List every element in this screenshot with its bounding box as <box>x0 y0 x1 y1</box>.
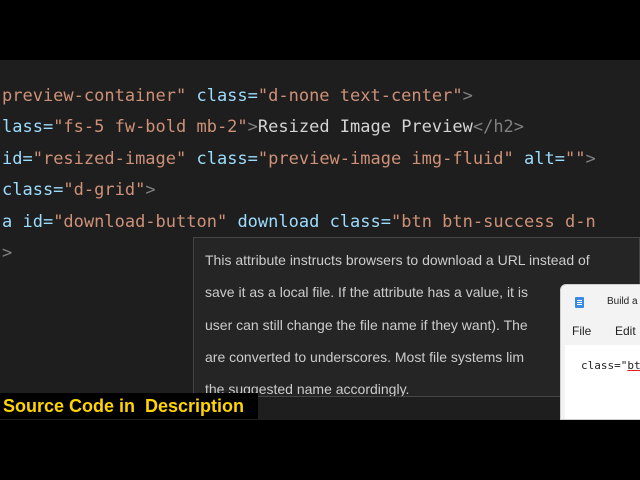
token: a id= <box>2 212 54 232</box>
notepad-title: Build a <box>607 296 638 307</box>
token: "download-button" <box>53 212 228 232</box>
notepad-code: class="bt <box>581 359 640 372</box>
token: "fs-5 fw-bold mb-2" <box>53 117 248 137</box>
token: id= <box>2 149 33 169</box>
token: "" <box>564 149 586 169</box>
token: > <box>462 86 473 106</box>
code-line-4: class="d-grid"> <box>2 180 156 200</box>
token: "btn btn-success d-n <box>390 212 596 232</box>
code-line-2: lass="fs-5 fw-bold mb-2">Resized Image P… <box>2 117 524 137</box>
tooltip-line-4: are converted to underscores. Most file … <box>205 349 525 365</box>
notepad-window[interactable]: Build a File Edit class="bt <box>560 284 640 420</box>
source-code-banner: Source Code in Description <box>0 393 258 419</box>
token: class= <box>186 149 258 169</box>
token: alt= <box>513 149 565 169</box>
token: > <box>585 149 596 169</box>
notepad-code-prefix: class=" <box>581 359 628 372</box>
token: "d-grid" <box>63 180 146 200</box>
token: preview-container" <box>2 86 187 106</box>
token: "preview-image img-fluid" <box>257 149 514 169</box>
token: "resized-image" <box>32 149 187 169</box>
hovered-attribute-download[interactable]: download <box>237 212 319 232</box>
notepad-text-area[interactable]: class="bt <box>565 345 640 419</box>
token: lass= <box>2 117 54 137</box>
letterbox-top <box>0 0 640 60</box>
token: Resized Image Preview <box>257 117 473 137</box>
notepad-icon <box>575 297 584 308</box>
tooltip-line-2: save it as a local file. If the attribut… <box>205 284 528 300</box>
token: > <box>145 180 156 200</box>
token: </h2> <box>472 117 525 137</box>
token: "d-none text-center" <box>257 86 463 106</box>
tooltip-line-3: user can still change the file name if t… <box>205 317 528 333</box>
code-line-5: a id="download-button" download class="b… <box>2 212 596 232</box>
token: class= <box>2 180 64 200</box>
token: > <box>247 117 258 137</box>
token: class= <box>319 212 391 232</box>
banner-text: Source Code in Description <box>3 396 245 416</box>
token: > <box>2 243 13 263</box>
notepad-code-misspelled: bt <box>627 359 640 372</box>
token: class= <box>186 86 258 106</box>
menu-edit[interactable]: Edit <box>615 324 636 338</box>
code-line-1: preview-container" class="d-none text-ce… <box>2 86 473 106</box>
tooltip-line-1: This attribute instructs browsers to dow… <box>205 252 590 268</box>
menu-file[interactable]: File <box>572 324 591 338</box>
code-line-6: > <box>2 243 12 263</box>
letterbox-bottom <box>0 420 640 480</box>
code-line-3: id="resized-image" class="preview-image … <box>2 149 596 169</box>
